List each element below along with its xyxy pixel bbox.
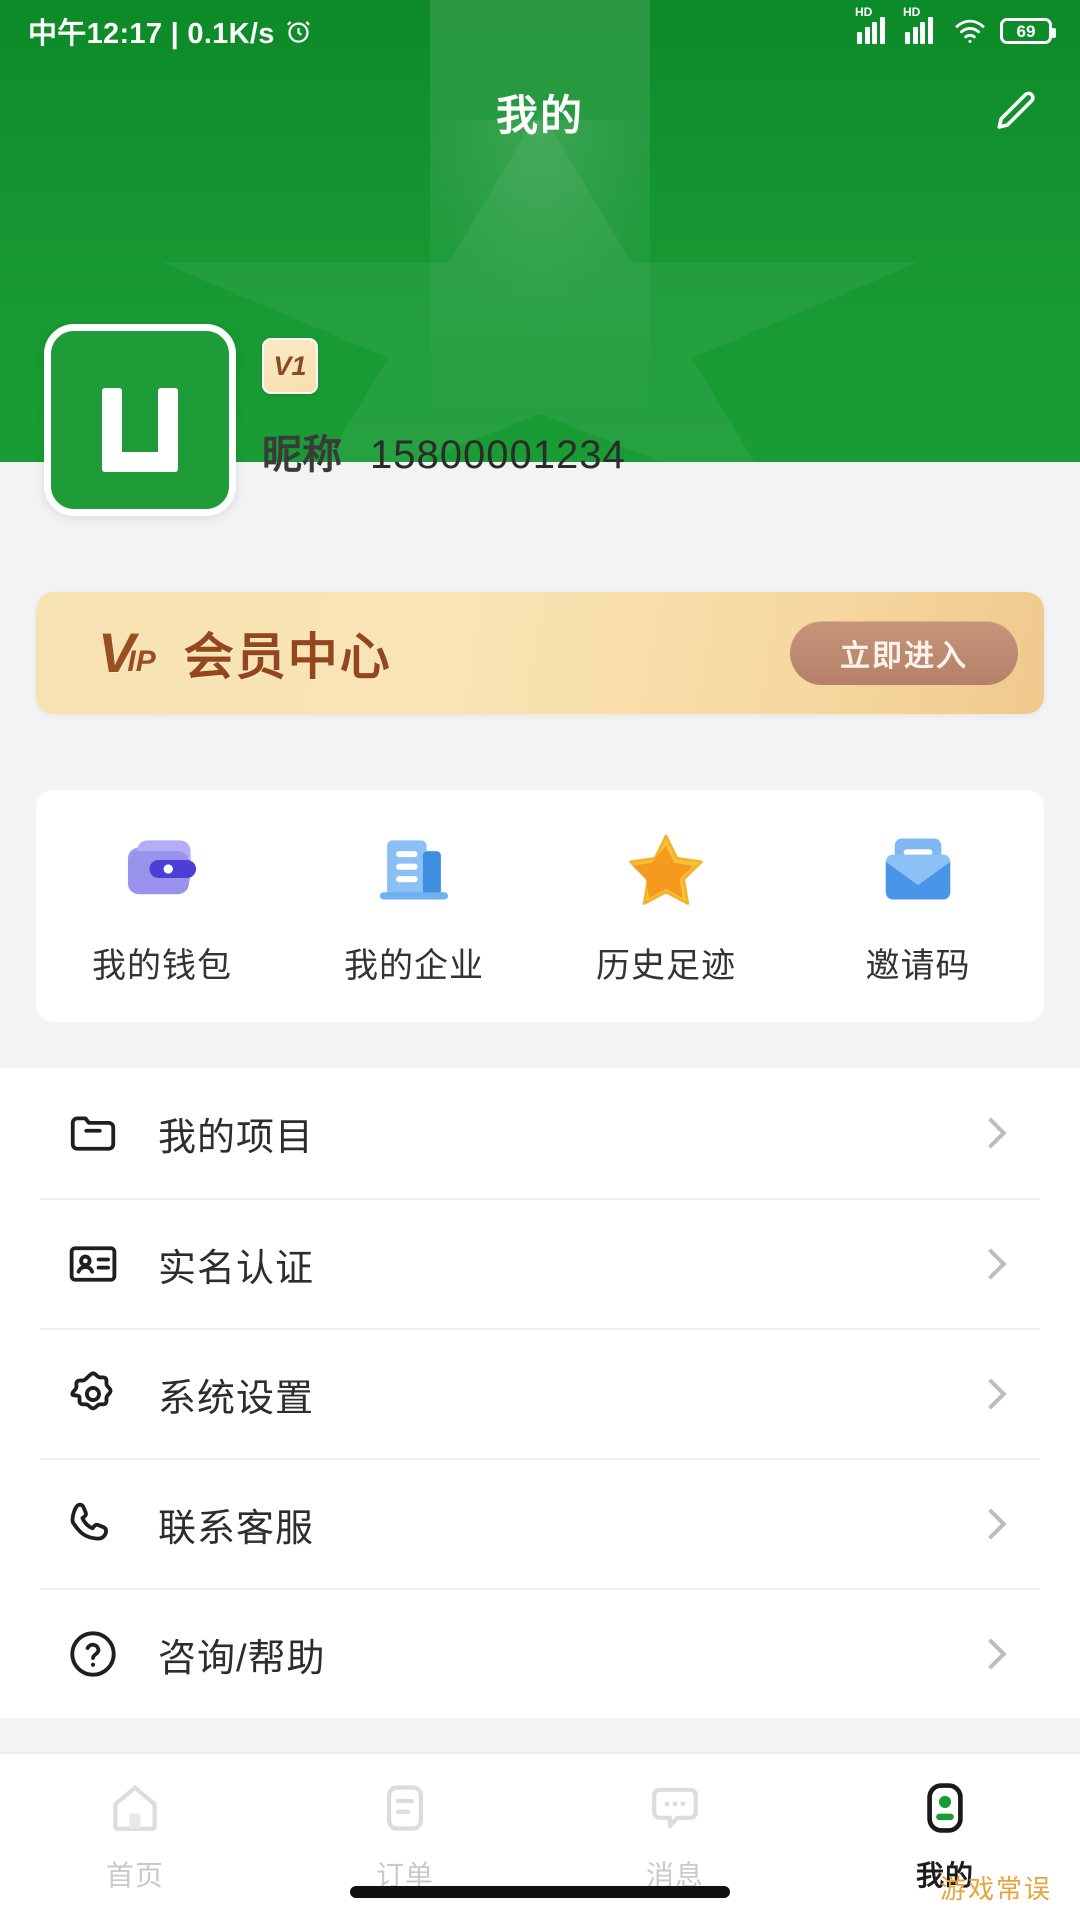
quick-action-wallet[interactable]: 我的钱包 (36, 826, 288, 987)
chevron-right-icon (975, 1248, 1007, 1280)
avatar-logo-icon (88, 368, 192, 472)
battery-icon: 69 (1000, 18, 1056, 44)
status-time: 中午12:17 | 0.1K/s (28, 18, 275, 50)
menu-item-my-projects[interactable]: 我的项目 (40, 1068, 1040, 1198)
quick-action-label: 邀请码 (865, 946, 971, 985)
vip-center-banner[interactable]: V IP 会员中心 立即进入 (36, 592, 1044, 714)
signal-bars-sim1-icon: HD (855, 6, 892, 44)
id-card-icon (62, 1233, 124, 1295)
quick-action-label: 我的钱包 (92, 946, 232, 985)
menu-item-system-settings[interactable]: 系统设置 (40, 1328, 1040, 1458)
title-bar: 我的 (0, 62, 1080, 162)
quick-action-label: 我的企业 (344, 946, 484, 985)
status-bar-left: 中午12:17 | 0.1K/s (28, 10, 312, 52)
quick-action-label: 历史足迹 (596, 946, 736, 985)
chevron-right-icon (975, 1638, 1007, 1670)
signal-bars-sim2-icon: HD (903, 6, 940, 44)
nickname-value: 15800001234 (370, 433, 626, 477)
menu-item-help[interactable]: 咨询/帮助 (40, 1588, 1040, 1718)
chevron-right-icon (975, 1378, 1007, 1410)
profile-section: V1 昵称 15800001234 (0, 324, 1080, 546)
tab-label: 首页 (105, 1860, 164, 1891)
menu-item-realname-auth[interactable]: 实名认证 (40, 1198, 1040, 1328)
menu-item-contact-support[interactable]: 联系客服 (40, 1458, 1040, 1588)
quick-action-invite-code[interactable]: 邀请码 (792, 826, 1044, 987)
menu-item-label: 联系客服 (158, 1507, 315, 1550)
quick-actions-card: 我的钱包 我的企业 历史足迹 邀请码 (36, 790, 1044, 1022)
battery-level-text: 69 (1016, 21, 1036, 41)
menu-item-label: 我的项目 (158, 1116, 315, 1159)
nickname-label: 昵称 (262, 433, 342, 477)
watermark-text: 游戏常误 (939, 1874, 1052, 1904)
hd-label-sim1: HD (855, 5, 873, 19)
menu-item-label: 系统设置 (158, 1377, 315, 1420)
settings-menu-list: 我的项目 实名认证 系统设置 联系客服 咨询/帮助 (0, 1068, 1080, 1718)
hd-label-sim2: HD (903, 5, 921, 19)
vip-enter-button[interactable]: 立即进入 (790, 621, 1018, 685)
level-badge: V1 (262, 338, 318, 394)
bottom-tab-bar: 首页 订单 消息 我的 (0, 1752, 1080, 1920)
tab-messages[interactable]: 消息 (540, 1754, 810, 1894)
building-icon (371, 826, 457, 912)
page-title: 我的 (495, 91, 584, 139)
avatar[interactable] (44, 324, 236, 516)
alarm-icon (285, 18, 312, 45)
wifi-icon (953, 18, 987, 44)
chevron-right-icon (975, 1508, 1007, 1540)
folder-icon (62, 1102, 124, 1164)
order-icon (373, 1776, 437, 1840)
screen-root: 中午12:17 | 0.1K/s HD HD 69 我的 V1 昵称 15800… (0, 0, 1080, 1920)
quick-action-company[interactable]: 我的企业 (288, 826, 540, 987)
wallet-icon (119, 826, 205, 912)
vip-logo-icon: V IP (98, 625, 156, 681)
nickname-row[interactable]: 昵称 15800001234 (262, 422, 626, 480)
star-icon (623, 826, 709, 912)
profile-icon (913, 1776, 977, 1840)
chevron-right-icon (975, 1117, 1007, 1149)
quick-action-history[interactable]: 历史足迹 (540, 826, 792, 987)
tab-orders[interactable]: 订单 (270, 1754, 540, 1894)
phone-icon (62, 1493, 124, 1555)
vip-banner-title: 会员中心 (183, 629, 392, 685)
tab-home[interactable]: 首页 (0, 1754, 270, 1894)
home-icon (103, 1776, 167, 1840)
gear-icon (62, 1363, 124, 1425)
message-icon (643, 1776, 707, 1840)
menu-item-label: 咨询/帮助 (158, 1637, 326, 1680)
status-bar: 中午12:17 | 0.1K/s HD HD 69 (0, 0, 1080, 62)
menu-item-label: 实名认证 (158, 1247, 315, 1290)
question-icon (62, 1623, 124, 1685)
pencil-edit-icon[interactable] (984, 81, 1046, 143)
home-indicator (350, 1886, 730, 1898)
status-bar-right: HD HD 69 (855, 6, 1056, 44)
vip-logo-ip: IP (127, 645, 156, 678)
envelope-icon (875, 826, 961, 912)
